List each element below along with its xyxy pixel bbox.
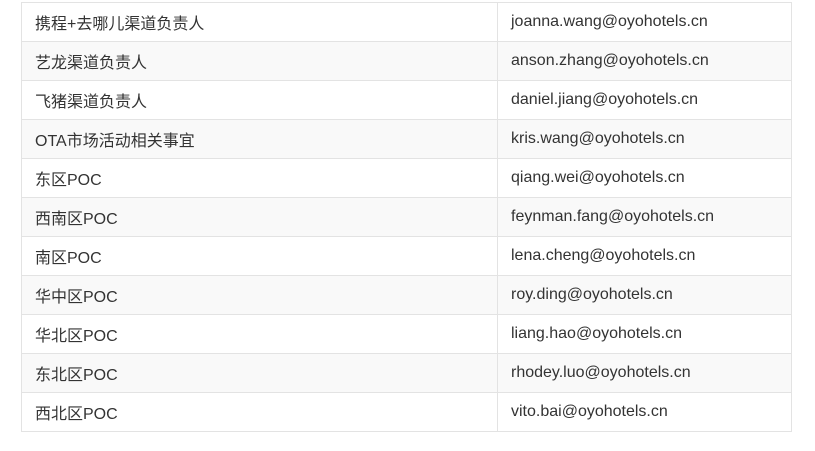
table-row: 华中区POC roy.ding@oyohotels.cn	[21, 275, 792, 315]
role-cell: 飞猪渠道负责人	[21, 80, 498, 120]
role-cell: 艺龙渠道负责人	[21, 41, 498, 81]
email-cell: kris.wang@oyohotels.cn	[497, 119, 792, 159]
role-cell: OTA市场活动相关事宜	[21, 119, 498, 159]
email-cell: qiang.wei@oyohotels.cn	[497, 158, 792, 198]
table-row: 西南区POC feynman.fang@oyohotels.cn	[21, 197, 792, 237]
role-cell: 携程+去哪儿渠道负责人	[21, 2, 498, 42]
table-row: 东北区POC rhodey.luo@oyohotels.cn	[21, 353, 792, 393]
email-cell: lena.cheng@oyohotels.cn	[497, 236, 792, 276]
email-cell: joanna.wang@oyohotels.cn	[497, 2, 792, 42]
email-cell: anson.zhang@oyohotels.cn	[497, 41, 792, 81]
role-cell: 南区POC	[21, 236, 498, 276]
email-cell: rhodey.luo@oyohotels.cn	[497, 353, 792, 393]
email-cell: liang.hao@oyohotels.cn	[497, 314, 792, 354]
contact-table: 携程+去哪儿渠道负责人 joanna.wang@oyohotels.cn 艺龙渠…	[21, 2, 792, 432]
contact-table-body: 携程+去哪儿渠道负责人 joanna.wang@oyohotels.cn 艺龙渠…	[21, 2, 792, 432]
table-row: 南区POC lena.cheng@oyohotels.cn	[21, 236, 792, 276]
table-row: 携程+去哪儿渠道负责人 joanna.wang@oyohotels.cn	[21, 2, 792, 42]
email-cell: vito.bai@oyohotels.cn	[497, 392, 792, 432]
email-cell: roy.ding@oyohotels.cn	[497, 275, 792, 315]
page: 携程+去哪儿渠道负责人 joanna.wang@oyohotels.cn 艺龙渠…	[0, 0, 815, 451]
email-cell: feynman.fang@oyohotels.cn	[497, 197, 792, 237]
table-row: 华北区POC liang.hao@oyohotels.cn	[21, 314, 792, 354]
role-cell: 华北区POC	[21, 314, 498, 354]
table-row: OTA市场活动相关事宜 kris.wang@oyohotels.cn	[21, 119, 792, 159]
role-cell: 东北区POC	[21, 353, 498, 393]
table-row: 飞猪渠道负责人 daniel.jiang@oyohotels.cn	[21, 80, 792, 120]
email-cell: daniel.jiang@oyohotels.cn	[497, 80, 792, 120]
role-cell: 西北区POC	[21, 392, 498, 432]
role-cell: 西南区POC	[21, 197, 498, 237]
role-cell: 华中区POC	[21, 275, 498, 315]
table-row: 艺龙渠道负责人 anson.zhang@oyohotels.cn	[21, 41, 792, 81]
table-row: 西北区POC vito.bai@oyohotels.cn	[21, 392, 792, 432]
table-row: 东区POC qiang.wei@oyohotels.cn	[21, 158, 792, 198]
role-cell: 东区POC	[21, 158, 498, 198]
